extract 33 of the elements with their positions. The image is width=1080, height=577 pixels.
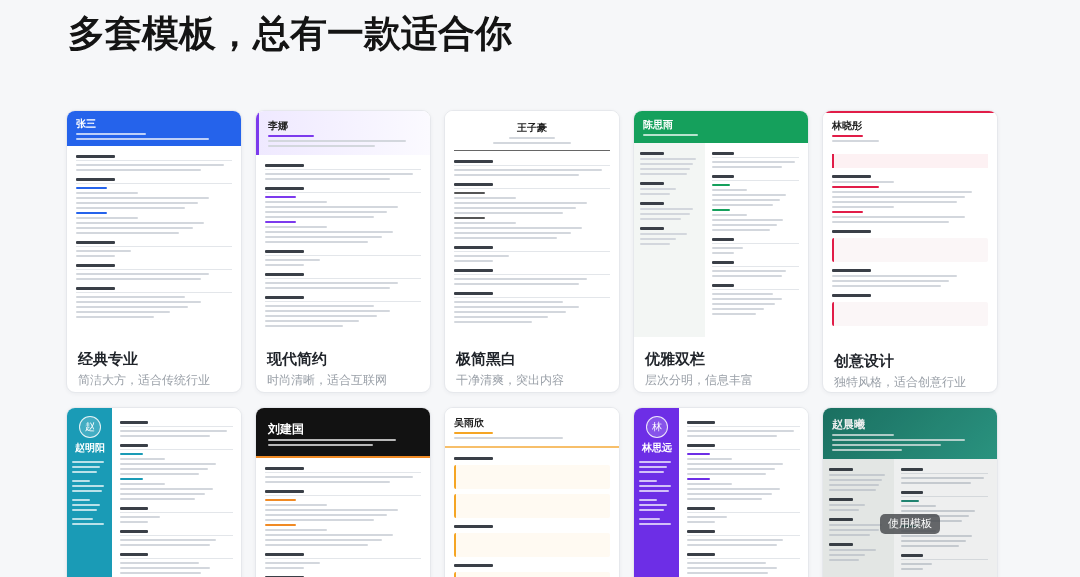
template-card[interactable]: 张三 经典专业 简洁大方，适合传统行业 <box>66 110 242 393</box>
template-card[interactable]: 陈思雨 优雅双栏 层次分明，信息丰富 <box>633 110 809 393</box>
template-card[interactable]: 林晓彤 创意设计 独特风格，适合创意行业 <box>822 110 998 393</box>
resume-name: 王子豪 <box>517 122 547 134</box>
template-title: 创意设计 <box>834 352 894 370</box>
use-template-button[interactable]: 使用模板 <box>880 514 940 534</box>
template-description: 层次分明，信息丰富 <box>645 373 753 388</box>
template-description: 简洁大方，适合传统行业 <box>78 373 210 388</box>
avatar-initial: 林 <box>645 416 668 438</box>
template-title: 现代简约 <box>267 350 327 368</box>
resume-name: 刘建国 <box>268 422 304 436</box>
template-description: 时尚清晰，适合互联网 <box>267 373 387 388</box>
template-card[interactable]: 王子豪 极简黑白 干净清爽，突出内容 <box>444 110 620 393</box>
avatar-initial: 赵 <box>78 416 101 438</box>
template-title: 极简黑白 <box>456 350 516 368</box>
template-description: 干净清爽，突出内容 <box>456 373 564 388</box>
template-title: 经典专业 <box>78 350 138 368</box>
resume-name: 李娜 <box>268 120 288 132</box>
page-heading: 多套模板，总有一款适合你 <box>68 11 512 57</box>
template-card[interactable]: 林 林思远 <box>633 407 809 577</box>
template-description: 独特风格，适合创意行业 <box>834 375 966 390</box>
template-card[interactable]: 刘建国 <box>255 407 431 577</box>
template-card[interactable]: 李娜 现代简约 时尚清晰，适合互联网 <box>255 110 431 393</box>
resume-name: 陈思雨 <box>643 119 673 131</box>
resume-name: 吴雨欣 <box>454 417 484 429</box>
template-title: 优雅双栏 <box>645 350 705 368</box>
resume-name: 林晓彤 <box>832 120 862 132</box>
resume-name: 赵明阳 <box>74 442 105 454</box>
resume-name: 张三 <box>76 118 96 130</box>
template-card[interactable]: 赵晨曦 使用模板 <box>822 407 998 577</box>
template-card[interactable]: 吴雨欣 <box>444 407 620 577</box>
resume-name: 赵晨曦 <box>832 418 865 431</box>
resume-name: 林思远 <box>641 442 672 454</box>
